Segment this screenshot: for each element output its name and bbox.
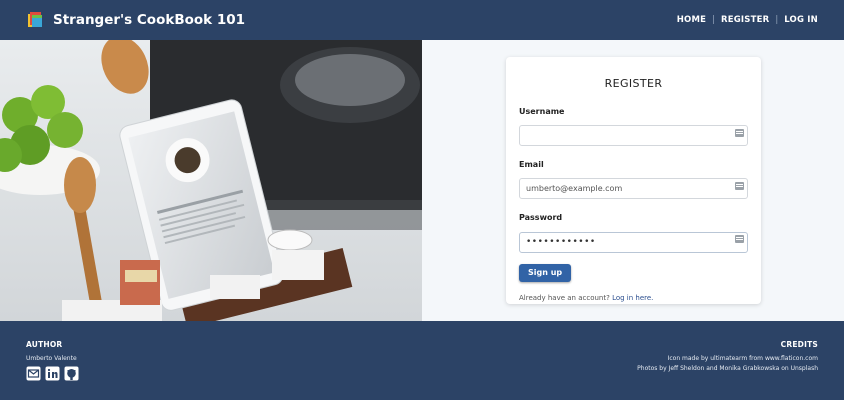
keyboard-icon — [735, 182, 744, 190]
email-input[interactable] — [519, 178, 748, 199]
credit-photo-line: Photos by Jeff Sheldon and Monika Grabko… — [637, 365, 818, 372]
linkedin-icon[interactable] — [45, 366, 60, 381]
form-title: REGISTER — [604, 77, 663, 90]
navbar: Stranger's CookBook 101 HOME | REGISTER … — [0, 0, 844, 40]
password-input[interactable] — [519, 231, 748, 253]
author-name: Umberto Valente — [26, 355, 77, 362]
envelope-icon[interactable] — [26, 366, 41, 381]
username-field-wrap — [519, 123, 748, 146]
keyboard-icon — [735, 129, 744, 137]
nav-login[interactable]: LOG IN — [784, 15, 818, 25]
brand-title: Stranger's CookBook 101 — [53, 12, 246, 28]
author-heading: AUTHOR — [26, 340, 63, 349]
email-field-wrap — [519, 176, 748, 199]
footer: AUTHOR Umberto Valente CREDITS Icon made… — [0, 321, 844, 400]
password-field-wrap — [519, 229, 748, 253]
github-icon[interactable] — [64, 366, 79, 381]
register-card: REGISTER Username Email Password Sign up… — [506, 57, 761, 304]
brand-link[interactable]: Stranger's CookBook 101 — [26, 11, 245, 29]
footer-author: AUTHOR Umberto Valente — [26, 340, 79, 381]
hero-photo — [0, 40, 422, 321]
login-link[interactable]: Log in here. — [612, 294, 653, 302]
signup-button[interactable]: Sign up — [519, 264, 572, 282]
login-prompt: Already have an account? Log in here. — [519, 294, 748, 302]
username-label: Username — [519, 107, 565, 116]
email-label: Email — [519, 160, 544, 169]
kitchen-tablet-illustration — [0, 40, 422, 321]
footer-credits: CREDITS Icon made by ultimatearm from ww… — [637, 340, 818, 372]
username-input[interactable] — [519, 125, 748, 146]
account-prompt-text: Already have an account? — [519, 294, 610, 302]
cookbook-logo-icon — [28, 12, 42, 27]
keyboard-icon — [735, 235, 744, 243]
nav-home[interactable]: HOME — [677, 15, 706, 25]
nav-register[interactable]: REGISTER — [721, 15, 769, 25]
password-label: Password — [519, 213, 563, 222]
main-nav: HOME | REGISTER | LOG IN — [677, 15, 818, 25]
social-links — [26, 366, 79, 381]
credits-heading: CREDITS — [780, 340, 818, 349]
nav-separator: | — [712, 15, 715, 25]
nav-separator: | — [775, 15, 779, 25]
credit-icon-line: Icon made by ultimatearm from www.flatic… — [667, 355, 818, 362]
